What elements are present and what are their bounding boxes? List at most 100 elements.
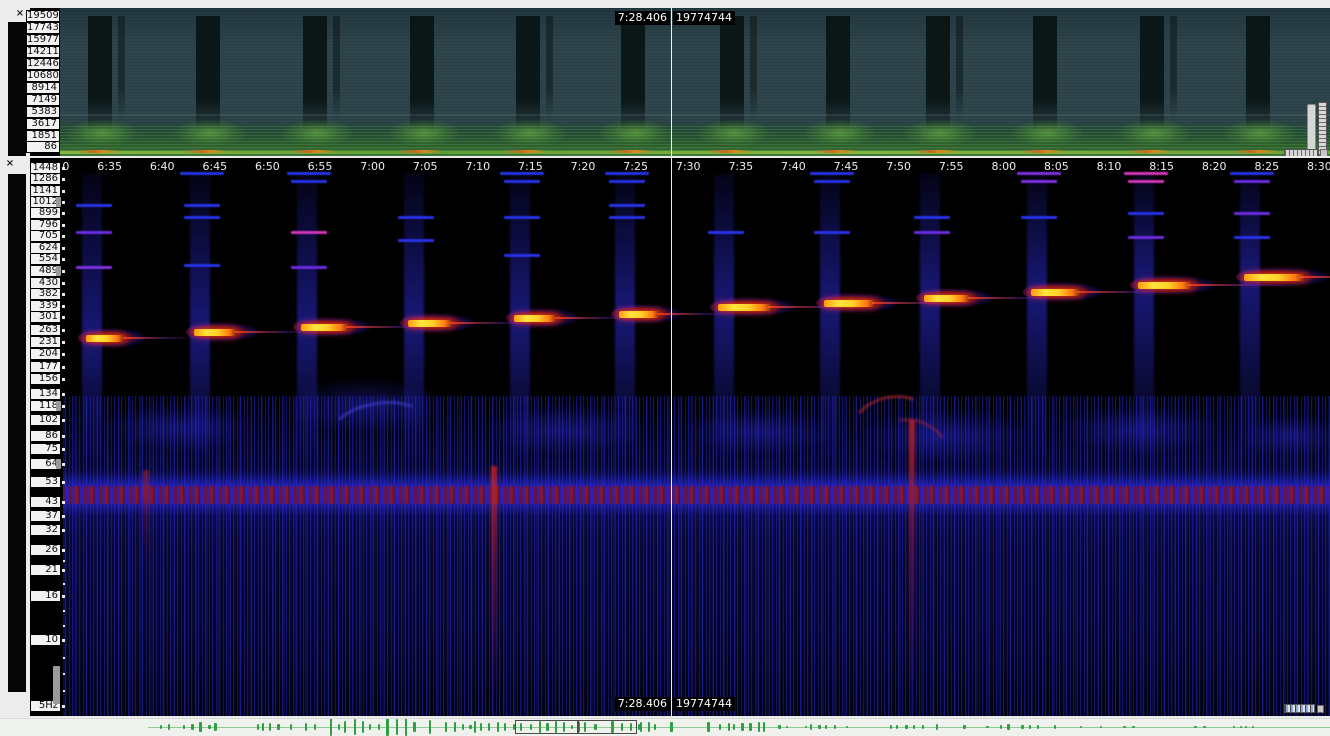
freq-major-tick (56, 266, 61, 276)
waveform-blip (462, 724, 464, 731)
harmonic-dash (504, 254, 540, 257)
event-plume-upper (615, 174, 635, 314)
playback-cursor (671, 158, 672, 716)
time-label: 7:30 (671, 160, 705, 174)
waveform-blip (474, 721, 476, 734)
pane-top-spectrogram[interactable]: × 19509177431597714211124461068089147149… (0, 8, 1330, 156)
freq-tick-minor (63, 625, 65, 627)
freq-label: 21 (30, 564, 61, 576)
event-plume-upper (82, 174, 102, 338)
waveform-blip (429, 720, 431, 734)
event-low-freq-glow (698, 120, 770, 146)
event-plume-upper (190, 174, 210, 332)
event-plume-upper (404, 174, 424, 323)
waveform-blip (469, 725, 472, 729)
time-label: 7:20 (566, 160, 600, 174)
event-comet-core (408, 320, 453, 327)
freq-axis-scroll-thumb[interactable] (53, 666, 60, 704)
left-gutter-bar (8, 174, 26, 692)
time-label: 7:15 (513, 160, 547, 174)
vertical-zoom-thumbwheel[interactable] (1318, 102, 1327, 156)
horizontal-zoom-thumbwheel[interactable] (1284, 149, 1318, 156)
loud-event-column-minor (546, 16, 553, 120)
freq-tick (62, 569, 65, 572)
freq-label: 1141 (30, 185, 61, 197)
overview-selection-right[interactable] (578, 720, 637, 734)
waveform-blip (846, 726, 848, 729)
waveform-blip (305, 723, 307, 731)
loud-event-column-minor (118, 16, 125, 120)
harmonic-dash (76, 231, 112, 234)
event-band-orange-spot (504, 150, 548, 153)
waveform-blip (199, 722, 202, 731)
waveform-blip (741, 723, 744, 731)
event-plume-upper (1134, 174, 1154, 285)
zoom-reset-button[interactable] (1320, 149, 1328, 156)
harmonic-dash (814, 180, 850, 183)
pane-close-button[interactable]: × (14, 8, 26, 20)
freq-tick (62, 529, 65, 532)
event-band-orange-spot (708, 150, 752, 153)
overview-selection-left[interactable] (515, 720, 578, 734)
waveform-blip (454, 722, 456, 732)
time-label: 8:25 (1250, 160, 1284, 174)
loud-event-column (303, 16, 327, 136)
freq-tick (62, 463, 65, 466)
loud-event-column (720, 16, 744, 136)
freq-label: 10680 (26, 70, 60, 82)
loud-event-column (1033, 16, 1057, 136)
freq-tick (62, 258, 65, 261)
time-label: 7:10 (461, 160, 495, 174)
freq-label: 12446 (26, 58, 60, 70)
loud-event-column (516, 16, 540, 136)
freq-tick (62, 293, 65, 296)
overview-waveform[interactable] (0, 718, 1330, 736)
freq-tick (62, 501, 65, 504)
noise-mound (1240, 416, 1330, 456)
time-label: 7:35 (724, 160, 758, 174)
waveform-blip (378, 724, 380, 730)
faint-horizontal-line (60, 114, 1330, 116)
pane-close-button[interactable]: × (4, 158, 16, 170)
vertical-scrollbar[interactable] (1307, 104, 1316, 152)
freq-label: 15977 (26, 34, 60, 46)
freq-label: 10 (30, 634, 61, 646)
freq-label: 156 (30, 373, 61, 385)
harmonic-dash (1128, 212, 1164, 215)
freq-label: 26 (30, 544, 61, 556)
zoom-reset-button[interactable] (1317, 705, 1324, 713)
pane-bottom-spectrogram[interactable]: 6:306:356:406:456:506:557:007:057:107:15… (0, 158, 1330, 716)
freq-tick (62, 329, 65, 332)
harmonic-dash (504, 180, 540, 183)
freq-label: 32 (30, 524, 61, 536)
harmonic-dash (609, 204, 645, 207)
freq-tick-minor (63, 657, 65, 659)
event-band-orange-spot (1234, 150, 1278, 153)
freq-tick (62, 405, 65, 408)
freq-label: 134 (30, 388, 61, 400)
waveform-blip (890, 725, 892, 728)
playback-cursor (671, 8, 672, 156)
freq-label: 16 (30, 590, 61, 602)
loud-event-column-minor (333, 16, 340, 120)
time-label: 8:05 (1039, 160, 1073, 174)
event-comet-core (824, 300, 876, 307)
time-label: 6:55 (303, 160, 337, 174)
time-label: 6:40 (145, 160, 179, 174)
time-label: 7:25 (619, 160, 653, 174)
waveform-blip (670, 722, 673, 733)
freq-label: 102 (30, 414, 61, 426)
event-band-orange-spot (1128, 150, 1172, 153)
harmonic-dash (398, 239, 434, 242)
freq-tick-minor (63, 583, 65, 585)
harmonic-dash (184, 204, 220, 207)
freq-tick (62, 705, 65, 708)
freq-label: 7149 (26, 94, 60, 106)
event-plume-upper (714, 174, 734, 307)
harmonic-dash (76, 204, 112, 207)
horizontal-zoom-thumbwheel[interactable] (1284, 704, 1315, 713)
waveform-blip (818, 725, 821, 730)
freq-label: 177 (30, 361, 61, 373)
freq-tick (62, 515, 65, 518)
waveform-blip (749, 723, 752, 731)
